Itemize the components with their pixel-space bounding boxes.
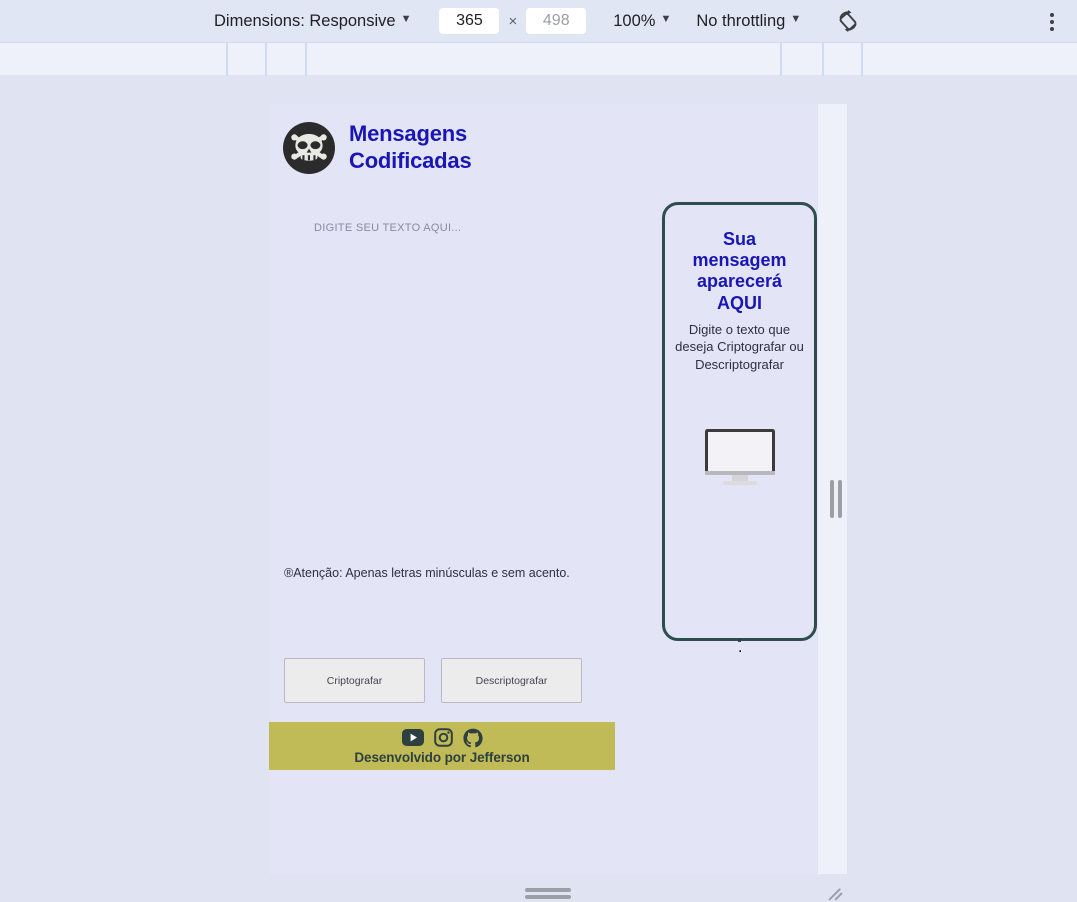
app-header: Mensagens Codificadas (269, 104, 818, 175)
handle-bar (525, 894, 571, 899)
page-viewport: Mensagens Codificadas ®Atenção: Apenas l… (269, 104, 818, 874)
github-icon[interactable] (462, 728, 483, 748)
chevron-down-icon: ▼ (660, 13, 672, 25)
social-links (401, 728, 483, 748)
viewport-width-input[interactable] (439, 8, 500, 34)
toolbar-divider (822, 43, 824, 76)
viewport-height-input[interactable] (526, 8, 587, 34)
toolbar-divider (226, 43, 228, 76)
device-viewport-frame: Mensagens Codificadas ®Atenção: Apenas l… (269, 104, 847, 901)
instagram-icon[interactable] (433, 728, 453, 747)
toolbar-divider (265, 43, 267, 76)
kebab-dot (1050, 13, 1054, 17)
kebab-dot (1050, 27, 1054, 31)
output-title: Sua mensagem aparecerá AQUI (692, 229, 787, 313)
handle-bar (838, 480, 842, 518)
device-toolbar: Dimensions: Responsive ▼ × 100% ▼ No thr… (0, 0, 1077, 43)
kebab-dot (1050, 20, 1054, 24)
viewport-resize-handle-corner[interactable] (827, 884, 847, 902)
handle-bar (830, 480, 834, 518)
viewport-resize-handle-right[interactable] (826, 479, 846, 519)
more-options-button[interactable] (1039, 9, 1065, 35)
secondary-toolbar (0, 43, 1077, 76)
input-notice: ®Atenção: Apenas letras minúsculas e sem… (284, 566, 570, 580)
output-panel: Sua mensagem aparecerá AQUI Digite o tex… (662, 202, 817, 656)
decrypt-button[interactable]: Descriptografar (441, 658, 582, 703)
device-emulation-stage: Mensagens Codificadas ®Atenção: Apenas l… (0, 76, 1077, 901)
skull-crossbones-logo (283, 121, 335, 174)
encrypt-button[interactable]: Criptografar (284, 658, 425, 703)
footer-credit: Desenvolvido por Jefferson (354, 749, 530, 765)
dimensions-dropdown[interactable]: Dimensions: Responsive ▼ (214, 12, 411, 31)
desktop-monitor-icon (675, 428, 804, 486)
action-buttons: Criptografar Descriptografar (284, 658, 582, 703)
youtube-icon[interactable] (401, 729, 424, 746)
output-text-artifact: . (738, 639, 743, 656)
zoom-label: 100% (613, 11, 656, 30)
toolbar-divider (861, 43, 863, 76)
app-title: Mensagens Codificadas (349, 121, 472, 173)
toolbar-divider (305, 43, 307, 76)
dimensions-label: Dimensions: Responsive (214, 11, 396, 30)
message-input[interactable] (312, 220, 612, 525)
chevron-down-icon: ▼ (400, 13, 412, 25)
rotate-device-icon[interactable] (833, 6, 863, 36)
chevron-down-icon: ▼ (790, 13, 802, 25)
throttling-label: No throttling (696, 11, 786, 30)
site-footer: Desenvolvido por Jefferson (269, 722, 615, 770)
throttling-dropdown[interactable]: No throttling ▼ (696, 12, 801, 31)
dimension-separator: × (508, 12, 518, 30)
handle-bar (525, 887, 571, 892)
toolbar-divider (780, 43, 782, 76)
zoom-dropdown[interactable]: 100% ▼ (613, 12, 671, 31)
output-subtitle: Digite o texto que deseja Criptografar o… (675, 321, 804, 372)
viewport-resize-handle-bottom[interactable] (524, 886, 572, 900)
